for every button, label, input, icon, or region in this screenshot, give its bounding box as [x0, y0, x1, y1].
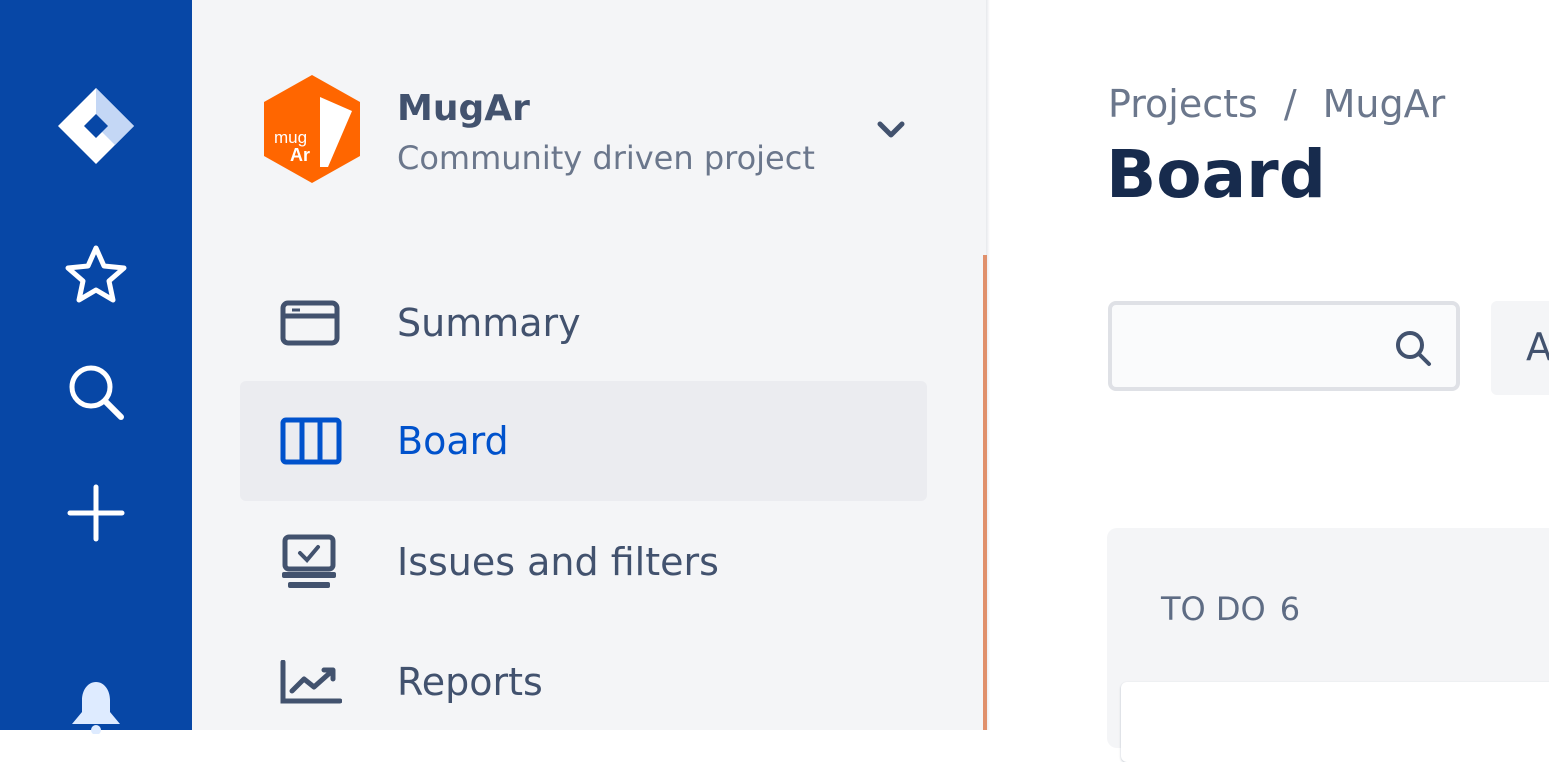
search-icon[interactable]	[66, 362, 126, 422]
summary-icon	[280, 300, 340, 346]
project-name: MugAr	[397, 88, 530, 129]
column-header: TO DO 6	[1161, 590, 1300, 628]
global-navigation	[0, 0, 192, 734]
star-icon[interactable]	[64, 244, 128, 304]
quick-filter-label: A	[1526, 325, 1549, 369]
quick-filter-button[interactable]: A	[1491, 301, 1549, 395]
sidebar-item-issues-and-filters[interactable]: Issues and filters	[240, 502, 927, 622]
sidebar-resize-handle[interactable]	[983, 255, 987, 730]
project-logo[interactable]: mug Ar	[264, 75, 360, 183]
column-issue-count: 6	[1279, 590, 1301, 628]
chevron-down-icon	[877, 121, 905, 138]
search-icon[interactable]	[1394, 329, 1432, 367]
breadcrumb-separator: /	[1283, 82, 1297, 126]
project-switcher-button[interactable]	[868, 110, 914, 150]
sidebar-item-label: Reports	[397, 660, 543, 704]
breadcrumb-project-link[interactable]: MugAr	[1323, 82, 1446, 126]
board-column-todo: TO DO 6	[1107, 528, 1549, 762]
sidebar-item-label: Board	[397, 419, 509, 463]
bell-icon[interactable]	[68, 680, 124, 734]
logo-text-bottom: Ar	[290, 145, 310, 165]
board-icon	[280, 417, 342, 465]
issues-icon	[282, 534, 336, 588]
jira-logo-icon[interactable]	[54, 84, 138, 168]
sidebar-item-summary[interactable]: Summary	[240, 263, 927, 383]
sidebar-item-reports[interactable]: Reports	[240, 622, 927, 742]
page-title: Board	[1106, 136, 1326, 213]
board-search[interactable]	[1108, 301, 1460, 391]
breadcrumb-projects-link[interactable]: Projects	[1108, 82, 1258, 126]
sidebar-item-board[interactable]: Board	[240, 381, 927, 501]
project-subtitle: Community driven project	[397, 139, 815, 177]
sidebar-item-label: Issues and filters	[397, 540, 719, 584]
sidebar-item-label: Summary	[397, 301, 581, 345]
issue-card[interactable]	[1121, 682, 1549, 762]
main-content: Projects / MugAr Board A TO DO 6	[990, 0, 1549, 762]
column-name: TO DO	[1161, 590, 1266, 628]
reports-icon	[280, 660, 342, 704]
search-input[interactable]	[1126, 319, 1400, 377]
breadcrumb: Projects / MugAr	[1108, 82, 1445, 126]
plus-icon[interactable]	[67, 484, 125, 542]
